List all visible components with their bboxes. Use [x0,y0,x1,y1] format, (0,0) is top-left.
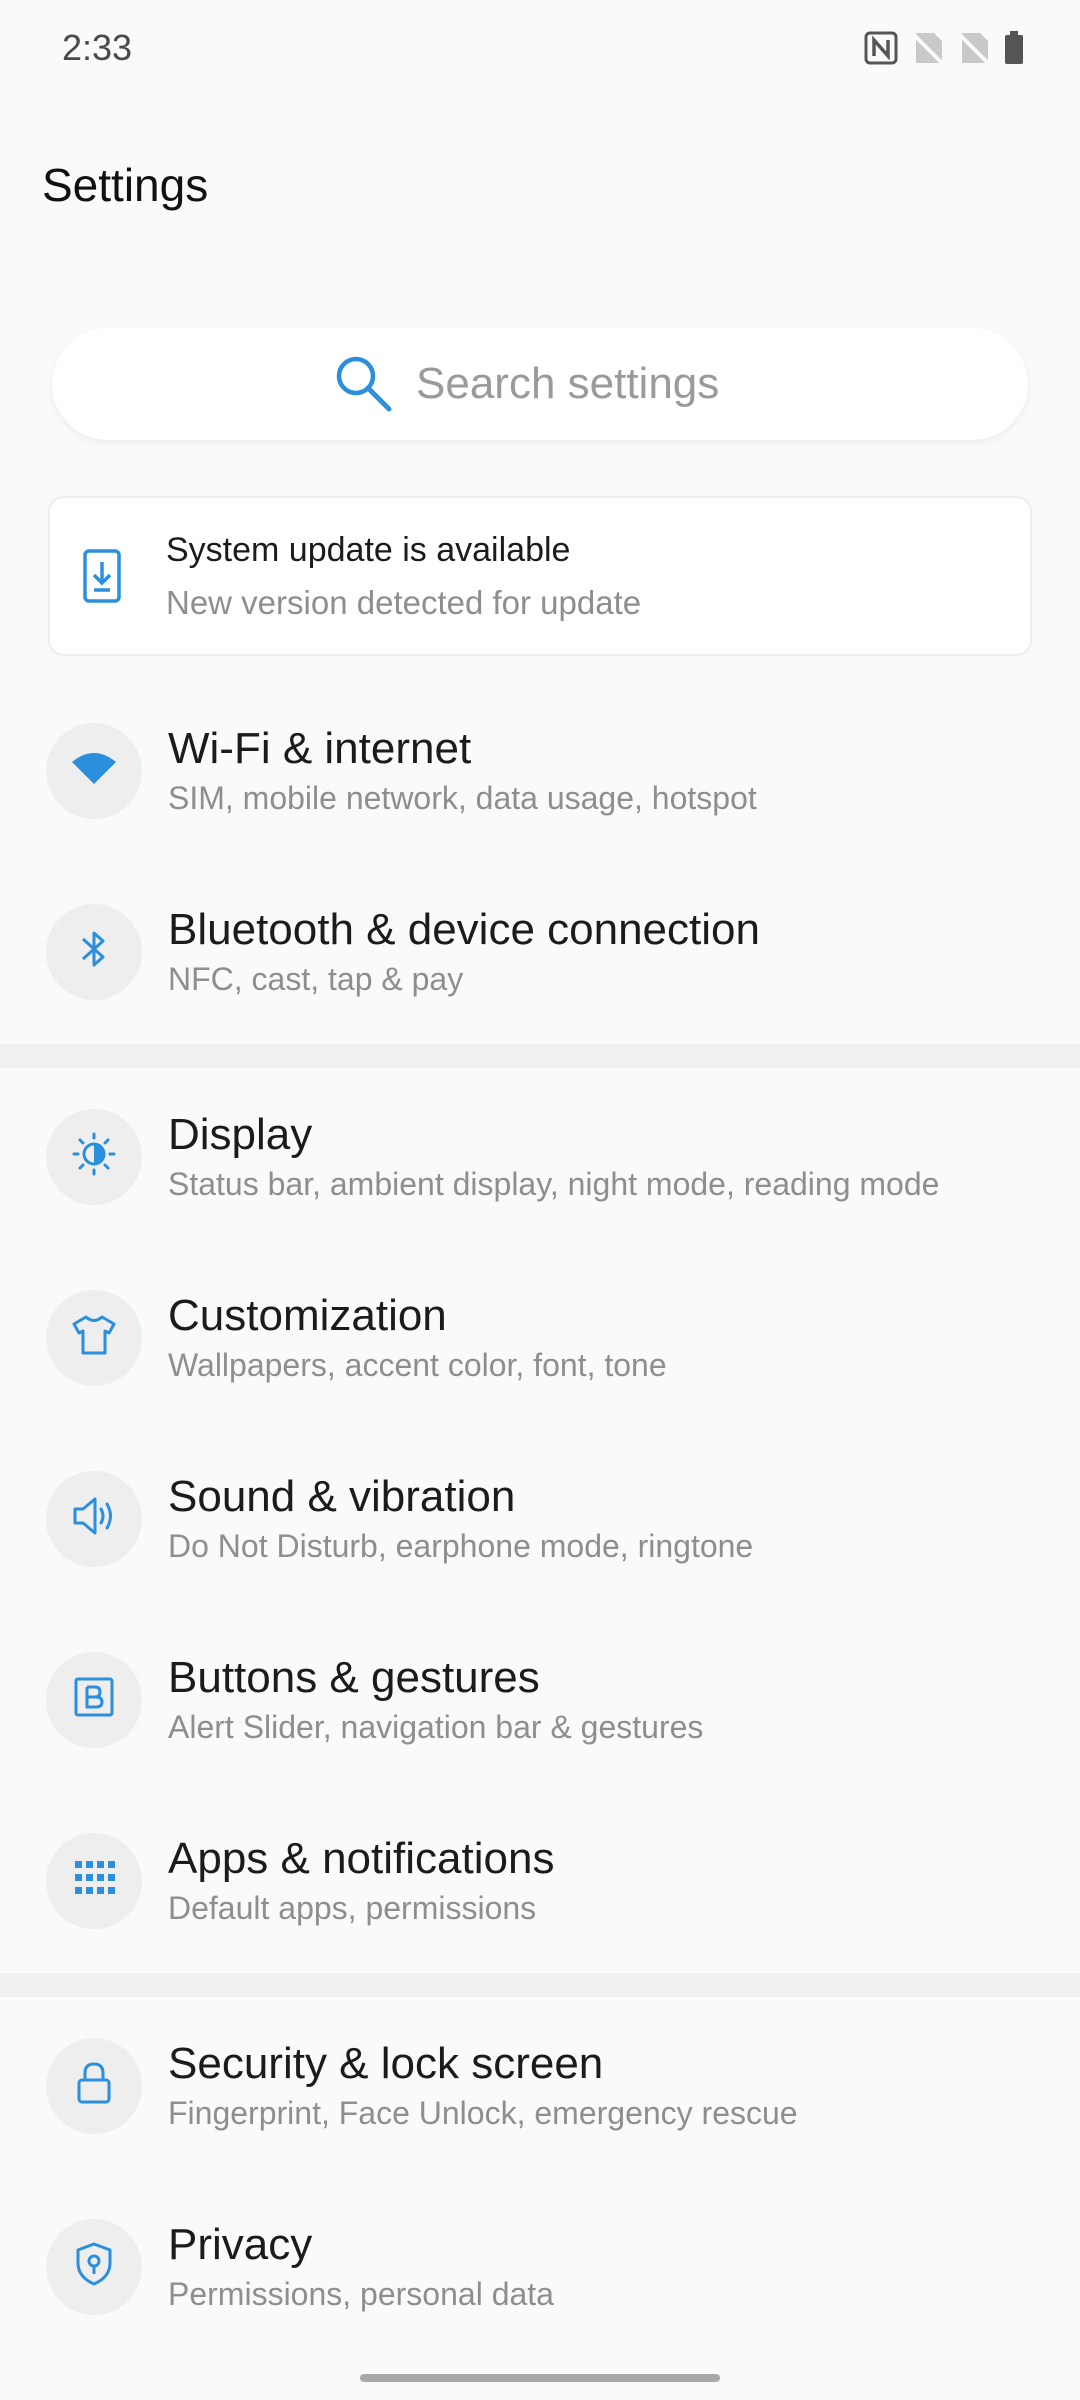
settings-item-security[interactable]: Security & lock screen Fingerprint, Face… [0,1995,1080,2176]
bluetooth-icon [79,927,109,976]
item-subtitle: Wallpapers, accent color, font, tone [168,1347,667,1384]
icon-circle [46,1470,142,1567]
system-update-card[interactable]: System update is available New version d… [48,496,1032,656]
icon-circle [46,1651,142,1748]
item-text: Display Status bar, ambient display, nig… [168,1110,939,1204]
item-text: Bluetooth & device connection NFC, cast,… [168,905,760,999]
speaker-icon [71,1494,117,1543]
item-title: Wi-Fi & internet [168,723,472,773]
item-subtitle: Permissions, personal data [168,2276,554,2313]
settings-item-wifi[interactable]: Wi-Fi & internet SIM, mobile network, da… [0,680,1080,861]
icon-circle [46,2037,142,2134]
privacy-shield-icon [74,2241,114,2292]
item-title: Display [168,1109,313,1159]
settings-item-apps[interactable]: Apps & notifications Default apps, permi… [0,1790,1080,1971]
item-title: Bluetooth & device connection [168,904,760,954]
apps-grid-icon [73,1857,115,1904]
lock-icon [76,2061,112,2110]
item-text: Customization Wallpapers, accent color, … [168,1291,667,1385]
item-text: Apps & notifications Default apps, permi… [168,1834,554,1928]
icon-circle [46,903,142,1000]
item-subtitle: Status bar, ambient display, night mode,… [168,1166,940,1203]
item-title: Privacy [168,2219,313,2269]
search-box[interactable] [52,328,1028,440]
item-text: Wi-Fi & internet SIM, mobile network, da… [168,724,757,818]
system-update-text: System update is available New version d… [166,531,641,622]
item-text: Buttons & gestures Alert Slider, navigat… [168,1653,703,1747]
settings-item-buttons[interactable]: Buttons & gestures Alert Slider, navigat… [0,1609,1080,1790]
section-divider [0,1973,1080,1997]
status-time: 2:33 [62,27,133,68]
search-icon [334,354,394,414]
item-subtitle: Default apps, permissions [168,1890,537,1927]
section-divider [0,1044,1080,1068]
icon-circle [46,2218,142,2315]
nfc-icon [864,31,898,65]
settings-item-bluetooth[interactable]: Bluetooth & device connection NFC, cast,… [0,861,1080,1042]
no-sim-icon [958,31,990,65]
tshirt-icon [71,1314,117,1361]
system-update-subtitle: New version detected for update [166,583,642,621]
icon-circle [46,1289,142,1386]
settings-item-privacy[interactable]: Privacy Permissions, personal data [0,2176,1080,2357]
item-text: Sound & vibration Do Not Disturb, earpho… [168,1472,753,1566]
button-b-icon [73,1676,115,1723]
item-text: Security & lock screen Fingerprint, Face… [168,2039,798,2133]
system-update-icon [82,548,122,604]
item-subtitle: NFC, cast, tap & pay [168,961,464,998]
settings-item-display[interactable]: Display Status bar, ambient display, nig… [0,1066,1080,1247]
item-title: Security & lock screen [168,2038,604,2088]
battery-icon [1004,31,1024,65]
search-input[interactable] [416,359,746,409]
item-title: Buttons & gestures [168,1652,540,1702]
status-icons [864,31,1024,65]
page-title: Settings [42,159,209,211]
system-update-title: System update is available [166,530,571,569]
item-title: Apps & notifications [168,1833,555,1883]
item-subtitle: Fingerprint, Face Unlock, emergency resc… [168,2095,798,2132]
status-bar: 2:33 [0,0,1080,96]
item-subtitle: Alert Slider, navigation bar & gestures [168,1709,704,1746]
icon-circle [46,1108,142,1205]
item-title: Customization [168,1290,447,1340]
item-text: Privacy Permissions, personal data [168,2220,554,2314]
no-sim-icon [912,31,944,65]
item-subtitle: Do Not Disturb, earphone mode, ringtone [168,1528,754,1565]
gesture-nav-handle[interactable] [360,2374,720,2382]
wifi-icon [70,748,118,793]
settings-item-sound[interactable]: Sound & vibration Do Not Disturb, earpho… [0,1428,1080,1609]
display-brightness-icon [72,1132,116,1181]
item-title: Sound & vibration [168,1471,516,1521]
icon-circle [46,722,142,819]
settings-item-customization[interactable]: Customization Wallpapers, accent color, … [0,1247,1080,1428]
icon-circle [46,1832,142,1929]
item-subtitle: SIM, mobile network, data usage, hotspot [168,780,757,817]
